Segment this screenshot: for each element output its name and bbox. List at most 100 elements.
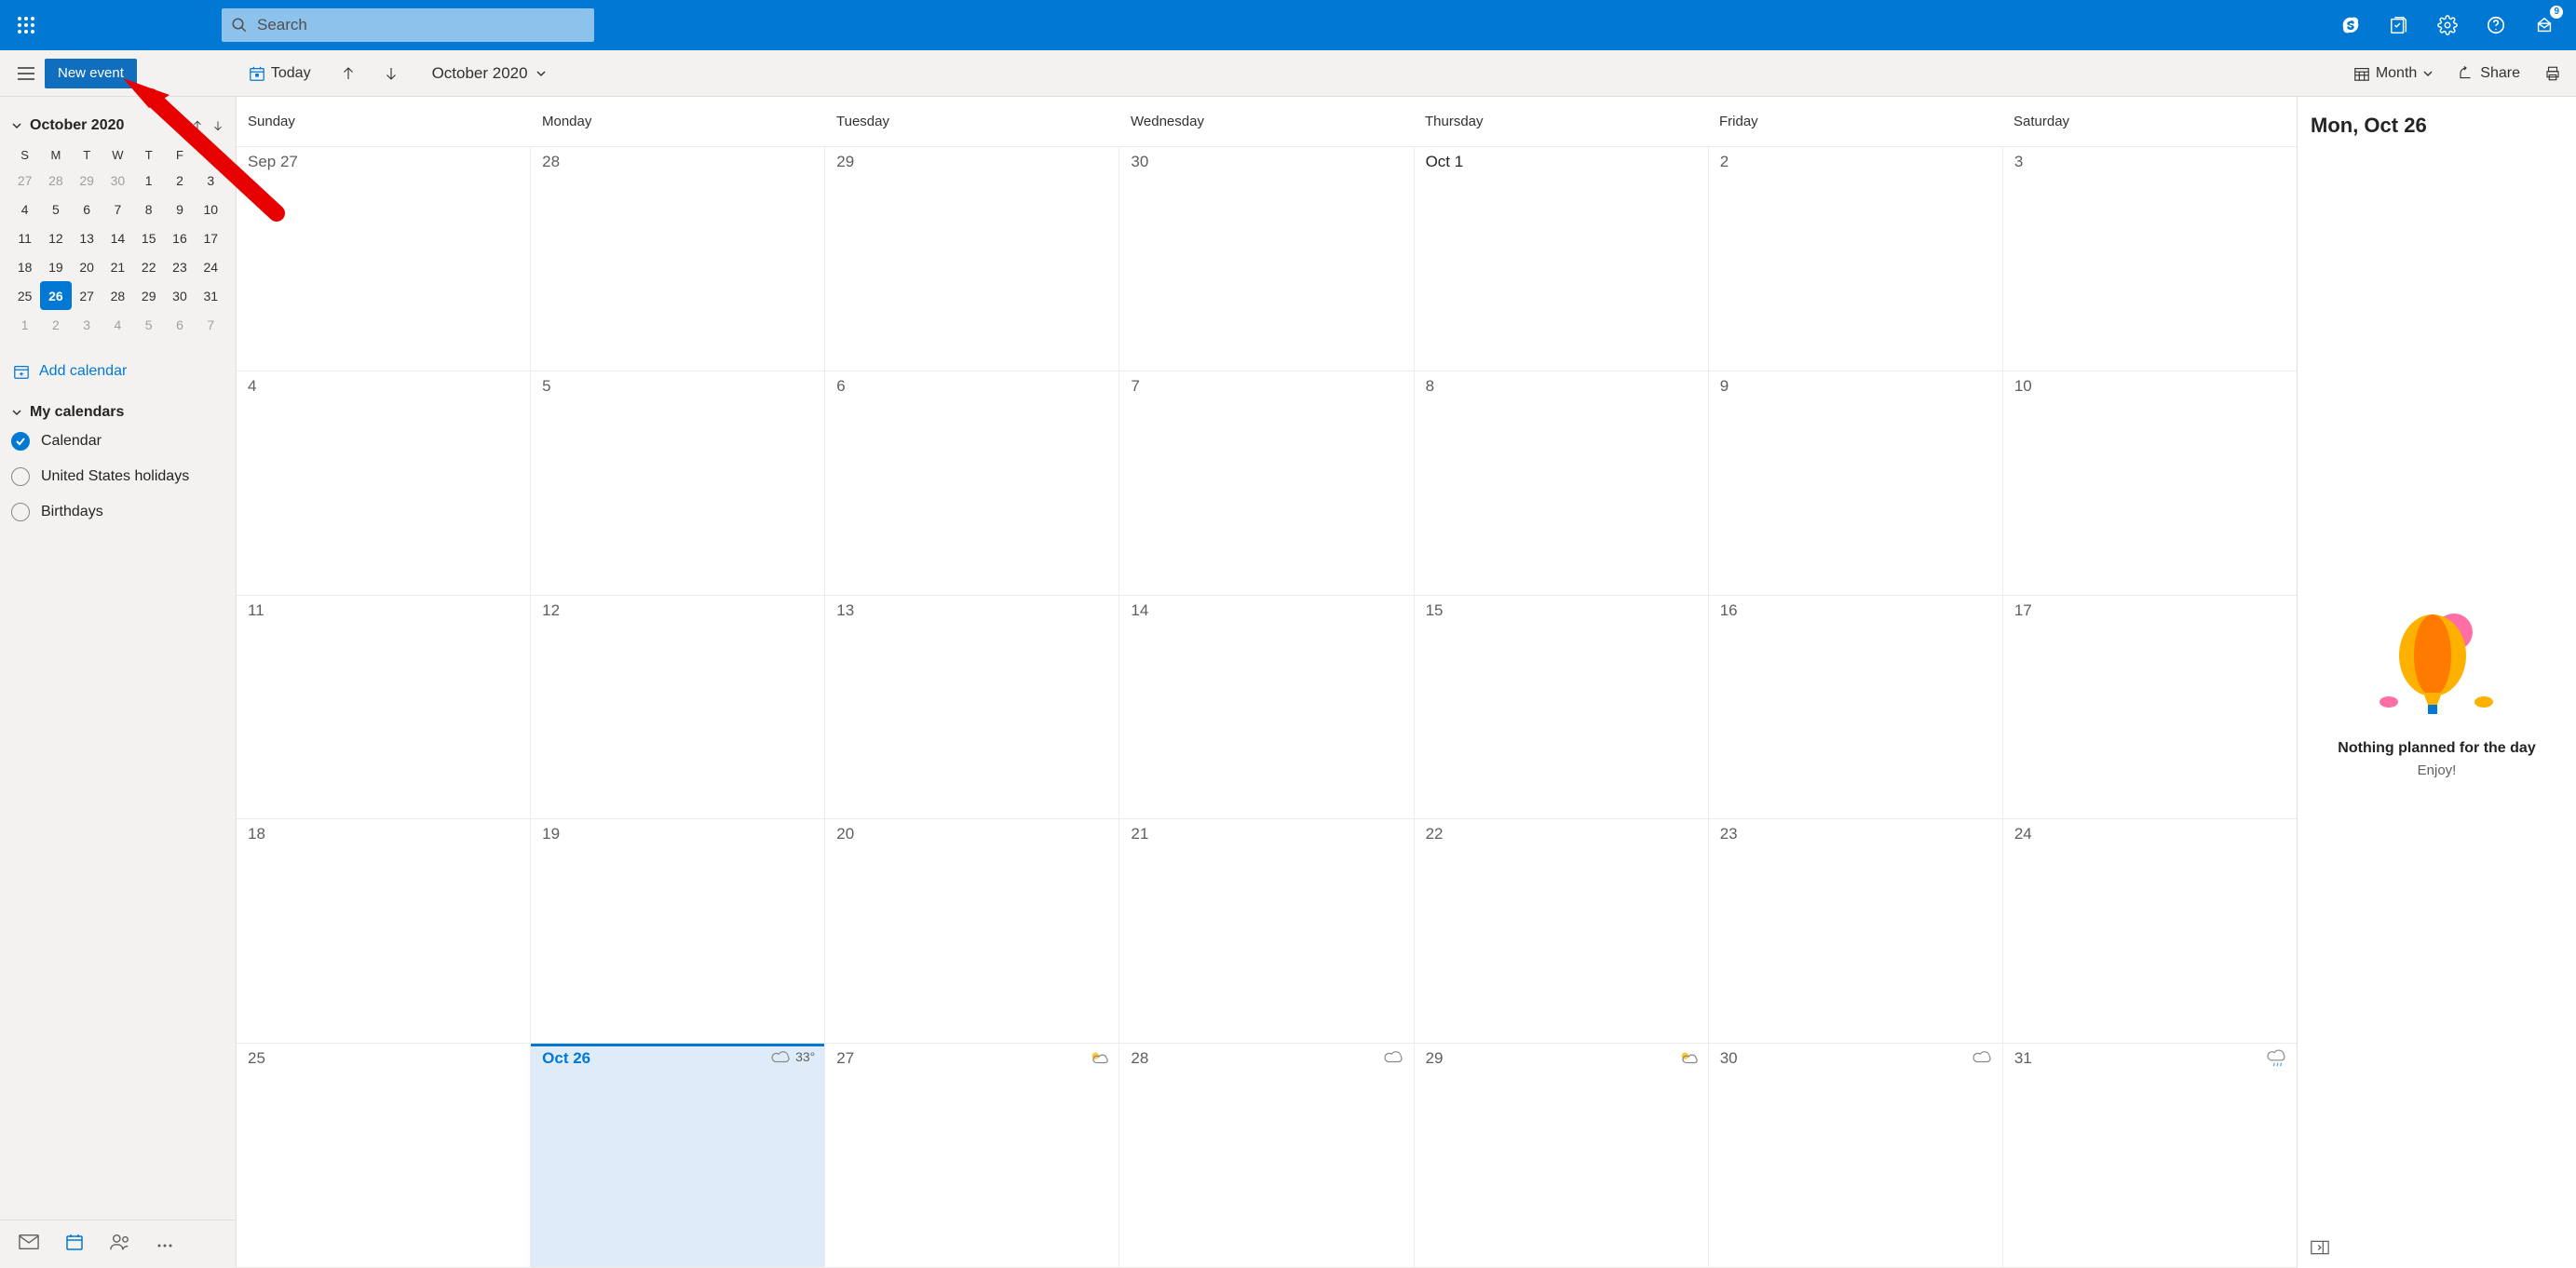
day-cell[interactable]: 30 [1119,147,1414,371]
mini-day[interactable]: 28 [40,166,71,195]
mini-day[interactable]: 4 [9,195,40,223]
mini-calendar-header[interactable]: October 2020 [9,112,226,143]
day-cell[interactable]: Oct 1 [1415,147,1709,371]
day-cell[interactable]: 10 [2003,371,2297,596]
day-cell[interactable]: 9 [1709,371,2003,596]
mini-day[interactable]: 22 [133,252,164,281]
mini-day[interactable]: 4 [102,310,133,339]
day-cell[interactable]: 4 [237,371,531,596]
mini-day[interactable]: 26 [40,281,71,310]
mini-day[interactable]: 3 [196,166,226,195]
mini-day[interactable]: 1 [9,310,40,339]
day-cell[interactable]: 29 [825,147,1119,371]
day-cell[interactable]: 30 [1709,1044,2003,1268]
mini-day[interactable]: 24 [196,252,226,281]
day-cell[interactable]: 24 [2003,819,2297,1044]
prev-period-button[interactable] [337,62,359,85]
arrow-down-icon[interactable] [211,119,224,132]
my-calendars-header[interactable]: My calendars [9,404,226,421]
search-box[interactable] [222,8,594,42]
calendar-item[interactable]: United States holidays [11,467,226,486]
help-icon[interactable] [2472,0,2520,50]
day-cell[interactable]: 8 [1415,371,1709,596]
settings-icon[interactable] [2423,0,2472,50]
mini-day[interactable]: 18 [9,252,40,281]
new-event-button[interactable]: New event [45,59,137,88]
todo-icon[interactable] [2375,0,2423,50]
day-cell[interactable]: 15 [1415,596,1709,820]
day-cell[interactable]: 12 [531,596,825,820]
mini-day[interactable]: 2 [40,310,71,339]
mini-day[interactable]: 17 [196,223,226,252]
mini-day[interactable]: 13 [72,223,102,252]
today-button[interactable]: Today [245,59,315,88]
day-cell[interactable]: 7 [1119,371,1414,596]
calendar-item[interactable]: Calendar [11,432,226,451]
day-cell[interactable]: 27 [825,1044,1119,1268]
mini-day[interactable]: 25 [9,281,40,310]
mini-day[interactable]: 29 [133,281,164,310]
skype-icon[interactable] [2326,0,2375,50]
day-cell[interactable]: 29 [1415,1044,1709,1268]
mini-day[interactable]: 5 [40,195,71,223]
notifications-icon[interactable]: 9 [2520,0,2569,50]
mini-day[interactable]: 12 [40,223,71,252]
day-cell[interactable]: 18 [237,819,531,1044]
mini-day[interactable]: 1 [133,166,164,195]
print-button[interactable] [2541,59,2565,88]
mini-day[interactable]: 9 [164,195,195,223]
calendar-checkbox[interactable] [11,432,30,451]
date-picker-button[interactable]: October 2020 [432,64,547,83]
mini-day[interactable]: 5 [133,310,164,339]
mail-icon[interactable] [19,1234,39,1255]
people-icon[interactable] [110,1233,130,1256]
mini-day[interactable]: 16 [164,223,195,252]
mini-day[interactable]: 6 [72,195,102,223]
day-cell[interactable]: 19 [531,819,825,1044]
mini-day[interactable]: 27 [9,166,40,195]
calendar-checkbox[interactable] [11,503,30,521]
mini-day[interactable]: 11 [9,223,40,252]
day-cell[interactable]: 20 [825,819,1119,1044]
day-cell[interactable]: 16 [1709,596,2003,820]
mini-day[interactable]: 15 [133,223,164,252]
share-button[interactable]: Share [2454,59,2524,88]
day-cell[interactable]: 31 [2003,1044,2297,1268]
day-cell[interactable]: 28 [1119,1044,1414,1268]
app-launcher-icon[interactable] [7,7,45,44]
mini-day[interactable]: 8 [133,195,164,223]
mini-day[interactable]: 27 [72,281,102,310]
more-icon[interactable] [156,1236,173,1253]
mini-day[interactable]: 7 [196,310,226,339]
mini-day[interactable]: 6 [164,310,195,339]
calendar-icon[interactable] [65,1233,84,1256]
day-cell[interactable]: 13 [825,596,1119,820]
mini-day[interactable]: 10 [196,195,226,223]
day-cell[interactable]: 25 [237,1044,531,1268]
mini-day[interactable]: 3 [72,310,102,339]
day-cell[interactable]: 6 [825,371,1119,596]
day-cell[interactable]: 23 [1709,819,2003,1044]
arrow-up-icon[interactable] [191,119,204,132]
view-switcher[interactable]: Month [2350,59,2437,88]
collapse-pane-icon[interactable] [2311,1240,2329,1255]
calendar-item[interactable]: Birthdays [11,503,226,521]
day-cell[interactable]: 5 [531,371,825,596]
mini-day[interactable]: 30 [164,281,195,310]
mini-day[interactable]: 7 [102,195,133,223]
day-cell[interactable]: 28 [531,147,825,371]
mini-day[interactable]: 30 [102,166,133,195]
mini-day[interactable]: 28 [102,281,133,310]
day-cell[interactable]: Sep 27 [237,147,531,371]
mini-day[interactable]: 21 [102,252,133,281]
nav-toggle-icon[interactable] [11,59,41,88]
search-input[interactable] [257,16,585,34]
day-cell[interactable]: 2 [1709,147,2003,371]
next-period-button[interactable] [380,62,402,85]
day-cell[interactable]: 11 [237,596,531,820]
day-cell[interactable]: 14 [1119,596,1414,820]
day-cell[interactable]: Oct 2633° [531,1044,825,1268]
mini-day[interactable]: 19 [40,252,71,281]
mini-day[interactable]: 31 [196,281,226,310]
mini-day[interactable]: 14 [102,223,133,252]
